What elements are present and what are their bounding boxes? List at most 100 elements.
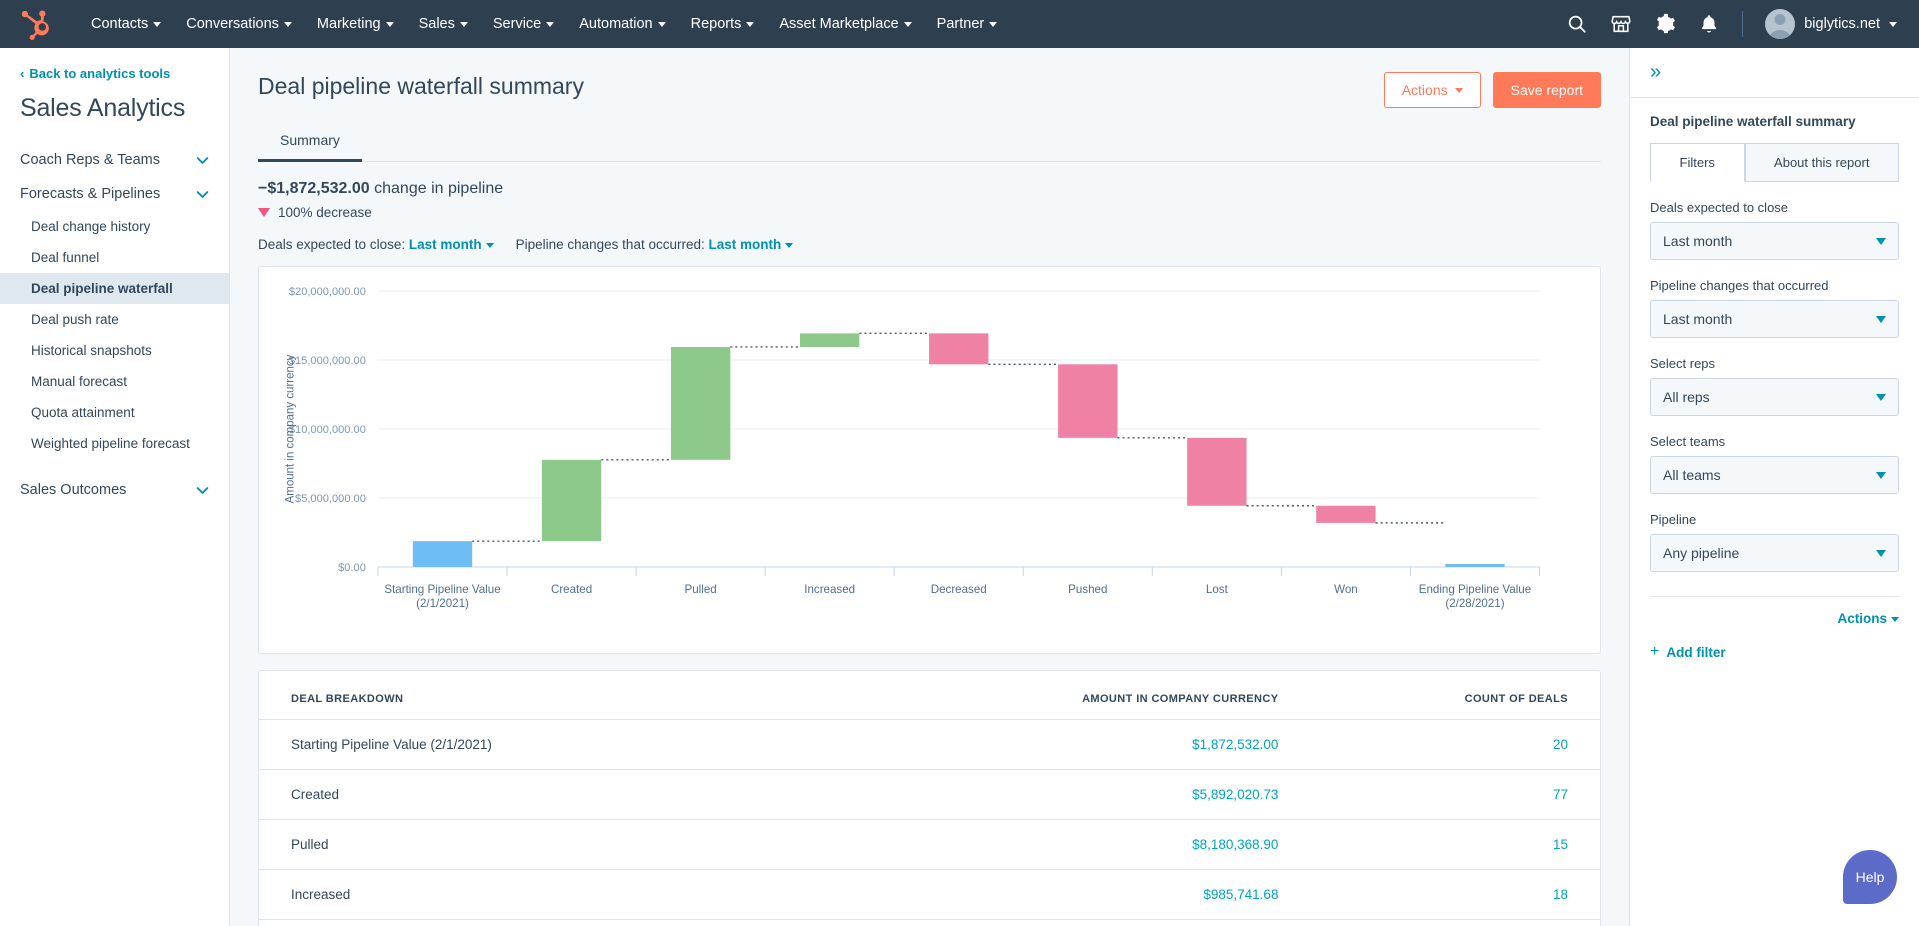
account-menu[interactable]: biglytics.net	[1765, 9, 1897, 39]
y-axis-tick-label: $10,000,000.00	[289, 424, 366, 436]
nav-item-sales[interactable]: Sales	[408, 10, 479, 38]
field-deals-expected-to-close: Deals expected to close Last month	[1650, 200, 1899, 260]
sidebar-item-deal-pipeline-waterfall[interactable]: Deal pipeline waterfall	[0, 273, 229, 304]
search-icon[interactable]	[1566, 13, 1588, 35]
nav-item-asset-marketplace[interactable]: Asset Marketplace	[768, 10, 922, 38]
sidebar-item-historical-snapshots[interactable]: Historical snapshots	[0, 335, 229, 366]
waterfall-bar[interactable]	[1058, 364, 1117, 438]
field-label: Deals expected to close	[1650, 200, 1899, 215]
x-axis-tick-label: Pushed	[1068, 584, 1107, 596]
field-pipeline-changes-that-occurred: Pipeline changes that occurred Last mont…	[1650, 278, 1899, 338]
sidebar-item-deal-change-history[interactable]: Deal change history	[0, 211, 229, 242]
waterfall-bar[interactable]	[413, 541, 472, 567]
nav-label: Service	[493, 16, 541, 32]
x-axis-tick-label: Increased	[804, 584, 855, 596]
nav-item-marketing[interactable]: Marketing	[306, 10, 405, 38]
sidebar-item-deal-funnel[interactable]: Deal funnel	[0, 242, 229, 273]
field-select-reps: Select reps All reps	[1650, 356, 1899, 416]
chevron-down-icon	[746, 22, 754, 27]
cell-amount[interactable]: $8,180,368.90	[812, 820, 1278, 870]
triangle-down-icon	[258, 208, 270, 217]
nav-item-contacts[interactable]: Contacts	[80, 10, 172, 38]
sidebar-group-label: Forecasts & Pipelines	[20, 186, 160, 202]
table-row: Created$5,892,020.7377	[259, 770, 1600, 820]
tab-filters[interactable]: Filters	[1650, 143, 1745, 182]
x-axis-tick-label: Lost	[1206, 584, 1229, 596]
cell-count[interactable]: 44	[1278, 920, 1600, 926]
sidebar-title: Sales Analytics	[0, 81, 229, 143]
select-pipeline[interactable]: Any pipeline	[1650, 534, 1899, 572]
cell-deal-breakdown: Pulled	[259, 820, 812, 870]
select-pipeline-changes-that-occurred[interactable]: Last month	[1650, 300, 1899, 338]
sidebar-item-manual-forecast[interactable]: Manual forecast	[0, 366, 229, 397]
right-panel-body: Deal pipeline waterfall summary Filters …	[1630, 98, 1919, 660]
chevron-down-icon	[1876, 238, 1886, 245]
y-axis-title: Amount in company currency	[284, 354, 296, 503]
sidebar-group-sales-outcomes[interactable]: Sales Outcomes	[0, 473, 229, 507]
help-button[interactable]: Help	[1843, 850, 1897, 904]
nav-label: Asset Marketplace	[779, 16, 898, 32]
sidebar-item-deal-push-rate[interactable]: Deal push rate	[0, 304, 229, 335]
cell-amount[interactable]: $5,892,020.73	[812, 770, 1278, 820]
waterfall-bar[interactable]	[800, 333, 859, 347]
cell-count[interactable]: 18	[1278, 870, 1600, 920]
waterfall-chart[interactable]: $0.00$5,000,000.00$10,000,000.00$15,000,…	[259, 267, 1600, 655]
nav-item-partner[interactable]: Partner	[926, 10, 1009, 38]
add-filter-button[interactable]: + Add filter	[1650, 644, 1899, 660]
field-label: Pipeline	[1650, 512, 1899, 527]
nav-item-automation[interactable]: Automation	[568, 10, 676, 38]
save-report-button[interactable]: Save report	[1493, 72, 1601, 108]
collapse-panel-icon[interactable]: »	[1650, 61, 1661, 83]
waterfall-bar[interactable]	[542, 460, 601, 541]
select-reps[interactable]: All reps	[1650, 378, 1899, 416]
summary-headline: −$1,872,532.00 change in pipeline	[258, 180, 1601, 198]
chevron-left-icon: ‹	[20, 67, 24, 80]
chevron-down-icon	[460, 22, 468, 27]
hubspot-logo-icon[interactable]	[22, 7, 56, 41]
tab-summary[interactable]: Summary	[258, 122, 362, 162]
actions-button[interactable]: Actions	[1384, 72, 1481, 108]
right-panel-title: Deal pipeline waterfall summary	[1650, 114, 1899, 129]
cell-count[interactable]: 15	[1278, 820, 1600, 870]
add-filter-label: Add filter	[1666, 645, 1725, 660]
nav-item-conversations[interactable]: Conversations	[175, 10, 303, 38]
column-header-count: COUNT OF DEALS	[1278, 671, 1600, 720]
back-to-analytics-tools-link[interactable]: ‹ Back to analytics tools	[0, 62, 229, 81]
inline-filter-value[interactable]: Last month	[409, 237, 494, 252]
summary-block: −$1,872,532.00 change in pipeline 100% d…	[230, 162, 1629, 252]
waterfall-bar[interactable]	[929, 333, 988, 364]
field-label: Pipeline changes that occurred	[1650, 278, 1899, 293]
sidebar-group-coach-reps-teams[interactable]: Coach Reps & Teams	[0, 143, 229, 177]
chevron-down-icon	[546, 22, 554, 27]
select-deals-expected-to-close[interactable]: Last month	[1650, 222, 1899, 260]
cell-amount[interactable]: $1,872,532.00	[812, 720, 1278, 770]
nav-item-service[interactable]: Service	[482, 10, 565, 38]
cell-count[interactable]: 77	[1278, 770, 1600, 820]
nav-label: Partner	[937, 16, 985, 32]
table-row: Increased$985,741.6818	[259, 870, 1600, 920]
tab-about-this-report[interactable]: About this report	[1745, 143, 1900, 181]
waterfall-bar[interactable]	[1445, 564, 1504, 567]
notifications-icon[interactable]	[1698, 13, 1720, 35]
inline-filter-label: Deals expected to close:	[258, 237, 405, 252]
gear-icon[interactable]	[1654, 13, 1676, 35]
table-row: Decreased$2,242,455.1544	[259, 920, 1600, 926]
x-axis-tick-label: Created	[551, 584, 592, 596]
inline-filter-value[interactable]: Last month	[709, 237, 794, 252]
waterfall-bar[interactable]	[1187, 438, 1246, 506]
marketplace-icon[interactable]	[1610, 13, 1632, 35]
page-header: Deal pipeline waterfall summary Actions …	[230, 48, 1629, 100]
x-axis-tick-label: (2/28/2021)	[1445, 598, 1504, 610]
panel-actions-button[interactable]: Actions	[1650, 597, 1899, 626]
sidebar-group-forecasts-pipelines[interactable]: Forecasts & Pipelines	[0, 177, 229, 211]
cell-amount[interactable]: $2,242,455.15	[812, 920, 1278, 926]
cell-amount[interactable]: $985,741.68	[812, 870, 1278, 920]
waterfall-bar[interactable]	[671, 347, 730, 460]
table-row: Pulled$8,180,368.9015	[259, 820, 1600, 870]
sidebar-item-quota-attainment[interactable]: Quota attainment	[0, 397, 229, 428]
select-teams[interactable]: All teams	[1650, 456, 1899, 494]
cell-count[interactable]: 20	[1278, 720, 1600, 770]
nav-item-reports[interactable]: Reports	[680, 10, 766, 38]
sidebar-item-weighted-pipeline-forecast[interactable]: Weighted pipeline forecast	[0, 428, 229, 459]
waterfall-bar[interactable]	[1316, 506, 1375, 523]
